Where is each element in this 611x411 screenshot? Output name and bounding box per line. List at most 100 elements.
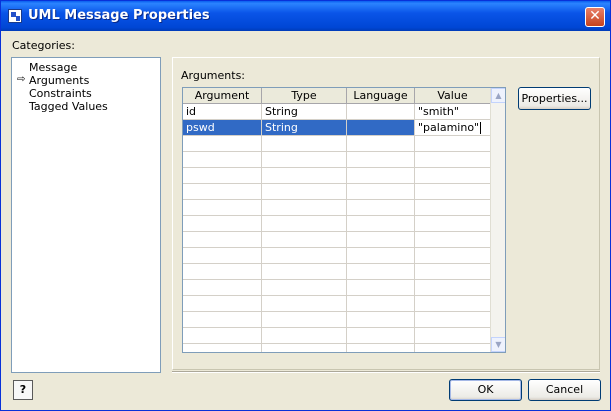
empty-cell[interactable] [183,312,262,327]
empty-cell[interactable] [347,264,415,279]
empty-table-row[interactable] [183,136,491,152]
scroll-up-button[interactable]: ▲ [491,88,505,103]
close-button[interactable]: ✕ [585,7,605,27]
help-button[interactable]: ? [13,380,33,400]
column-header-value[interactable]: Value [415,88,491,104]
cell-language[interactable] [347,104,415,119]
vertical-scrollbar[interactable]: ▲ ▼ [490,88,505,352]
empty-cell[interactable] [347,232,415,247]
empty-cell[interactable] [183,344,262,352]
empty-cell[interactable] [183,328,262,343]
empty-table-row[interactable] [183,216,491,232]
empty-cell[interactable] [262,152,347,167]
scroll-down-button[interactable]: ▼ [491,337,505,352]
empty-cell[interactable] [183,152,262,167]
empty-table-row[interactable] [183,232,491,248]
category-item-constraints[interactable]: Constraints [29,87,92,100]
category-item-tagged-values[interactable]: Tagged Values [29,100,108,113]
empty-cell[interactable] [415,184,491,199]
empty-cell[interactable] [415,216,491,231]
empty-cell[interactable] [262,216,347,231]
empty-cell[interactable] [347,184,415,199]
empty-cell[interactable] [183,168,262,183]
column-header-argument[interactable]: Argument [183,88,262,104]
empty-cell[interactable] [415,264,491,279]
column-header-type[interactable]: Type [262,88,347,104]
empty-cell[interactable] [262,280,347,295]
empty-cell[interactable] [262,168,347,183]
empty-table-row[interactable] [183,200,491,216]
empty-cell[interactable] [415,248,491,263]
empty-cell[interactable] [347,248,415,263]
empty-cell[interactable] [183,280,262,295]
empty-table-row[interactable] [183,248,491,264]
column-header-language[interactable]: Language [347,88,415,104]
properties-button[interactable]: Properties... [518,87,591,110]
empty-cell[interactable] [262,344,347,352]
empty-cell[interactable] [347,200,415,215]
empty-cell[interactable] [262,248,347,263]
empty-table-row[interactable] [183,152,491,168]
category-item-arguments[interactable]: Arguments [29,74,89,87]
empty-cell[interactable] [262,136,347,151]
arguments-grid[interactable]: Argument Type Language Value id String "… [182,87,506,353]
empty-cell[interactable] [347,312,415,327]
empty-cell[interactable] [183,264,262,279]
empty-cell[interactable] [347,216,415,231]
empty-cell[interactable] [262,328,347,343]
cell-argument[interactable]: pswd [183,120,262,135]
cell-value[interactable]: "smith" [415,104,491,119]
empty-cell[interactable] [262,312,347,327]
ok-button[interactable]: OK [449,379,522,401]
empty-cell[interactable] [183,136,262,151]
empty-cell[interactable] [415,296,491,311]
empty-cell[interactable] [415,344,491,352]
empty-cell[interactable] [347,152,415,167]
empty-cell[interactable] [262,264,347,279]
empty-cell[interactable] [415,136,491,151]
table-row[interactable]: id String "smith" [183,104,491,120]
empty-table-row[interactable] [183,296,491,312]
empty-cell[interactable] [262,232,347,247]
cell-type[interactable]: String [262,104,347,119]
empty-cell[interactable] [262,296,347,311]
empty-table-row[interactable] [183,344,491,352]
category-item-message[interactable]: Message [29,61,77,74]
empty-cell[interactable] [415,312,491,327]
categories-list[interactable]: Message ⇨ Arguments Constraints Tagged V… [11,57,161,373]
empty-table-row[interactable] [183,184,491,200]
grid-header: Argument Type Language Value [183,88,491,104]
empty-cell[interactable] [415,280,491,295]
empty-cell[interactable] [183,184,262,199]
empty-cell[interactable] [183,216,262,231]
empty-cell[interactable] [262,184,347,199]
empty-cell[interactable] [347,296,415,311]
cell-argument[interactable]: id [183,104,262,119]
empty-cell[interactable] [415,168,491,183]
table-row-selected[interactable]: pswd String "palamino" [183,120,491,136]
empty-cell[interactable] [183,232,262,247]
cell-value-editor[interactable]: "palamino" [415,120,491,135]
empty-table-row[interactable] [183,280,491,296]
empty-cell[interactable] [183,296,262,311]
empty-table-row[interactable] [183,168,491,184]
empty-cell[interactable] [183,248,262,263]
empty-cell[interactable] [415,152,491,167]
empty-cell[interactable] [347,168,415,183]
empty-cell[interactable] [415,200,491,215]
empty-cell[interactable] [183,200,262,215]
empty-table-row[interactable] [183,328,491,344]
empty-cell[interactable] [347,136,415,151]
empty-cell[interactable] [262,200,347,215]
empty-cell[interactable] [347,328,415,343]
title-bar[interactable]: UML Message Properties ✕ [1,1,610,31]
cell-language[interactable] [347,120,415,135]
empty-cell[interactable] [415,232,491,247]
empty-cell[interactable] [415,328,491,343]
empty-cell[interactable] [347,280,415,295]
empty-table-row[interactable] [183,312,491,328]
cell-type[interactable]: String [262,120,347,135]
empty-table-row[interactable] [183,264,491,280]
empty-cell[interactable] [347,344,415,352]
cancel-button[interactable]: Cancel [528,379,601,401]
